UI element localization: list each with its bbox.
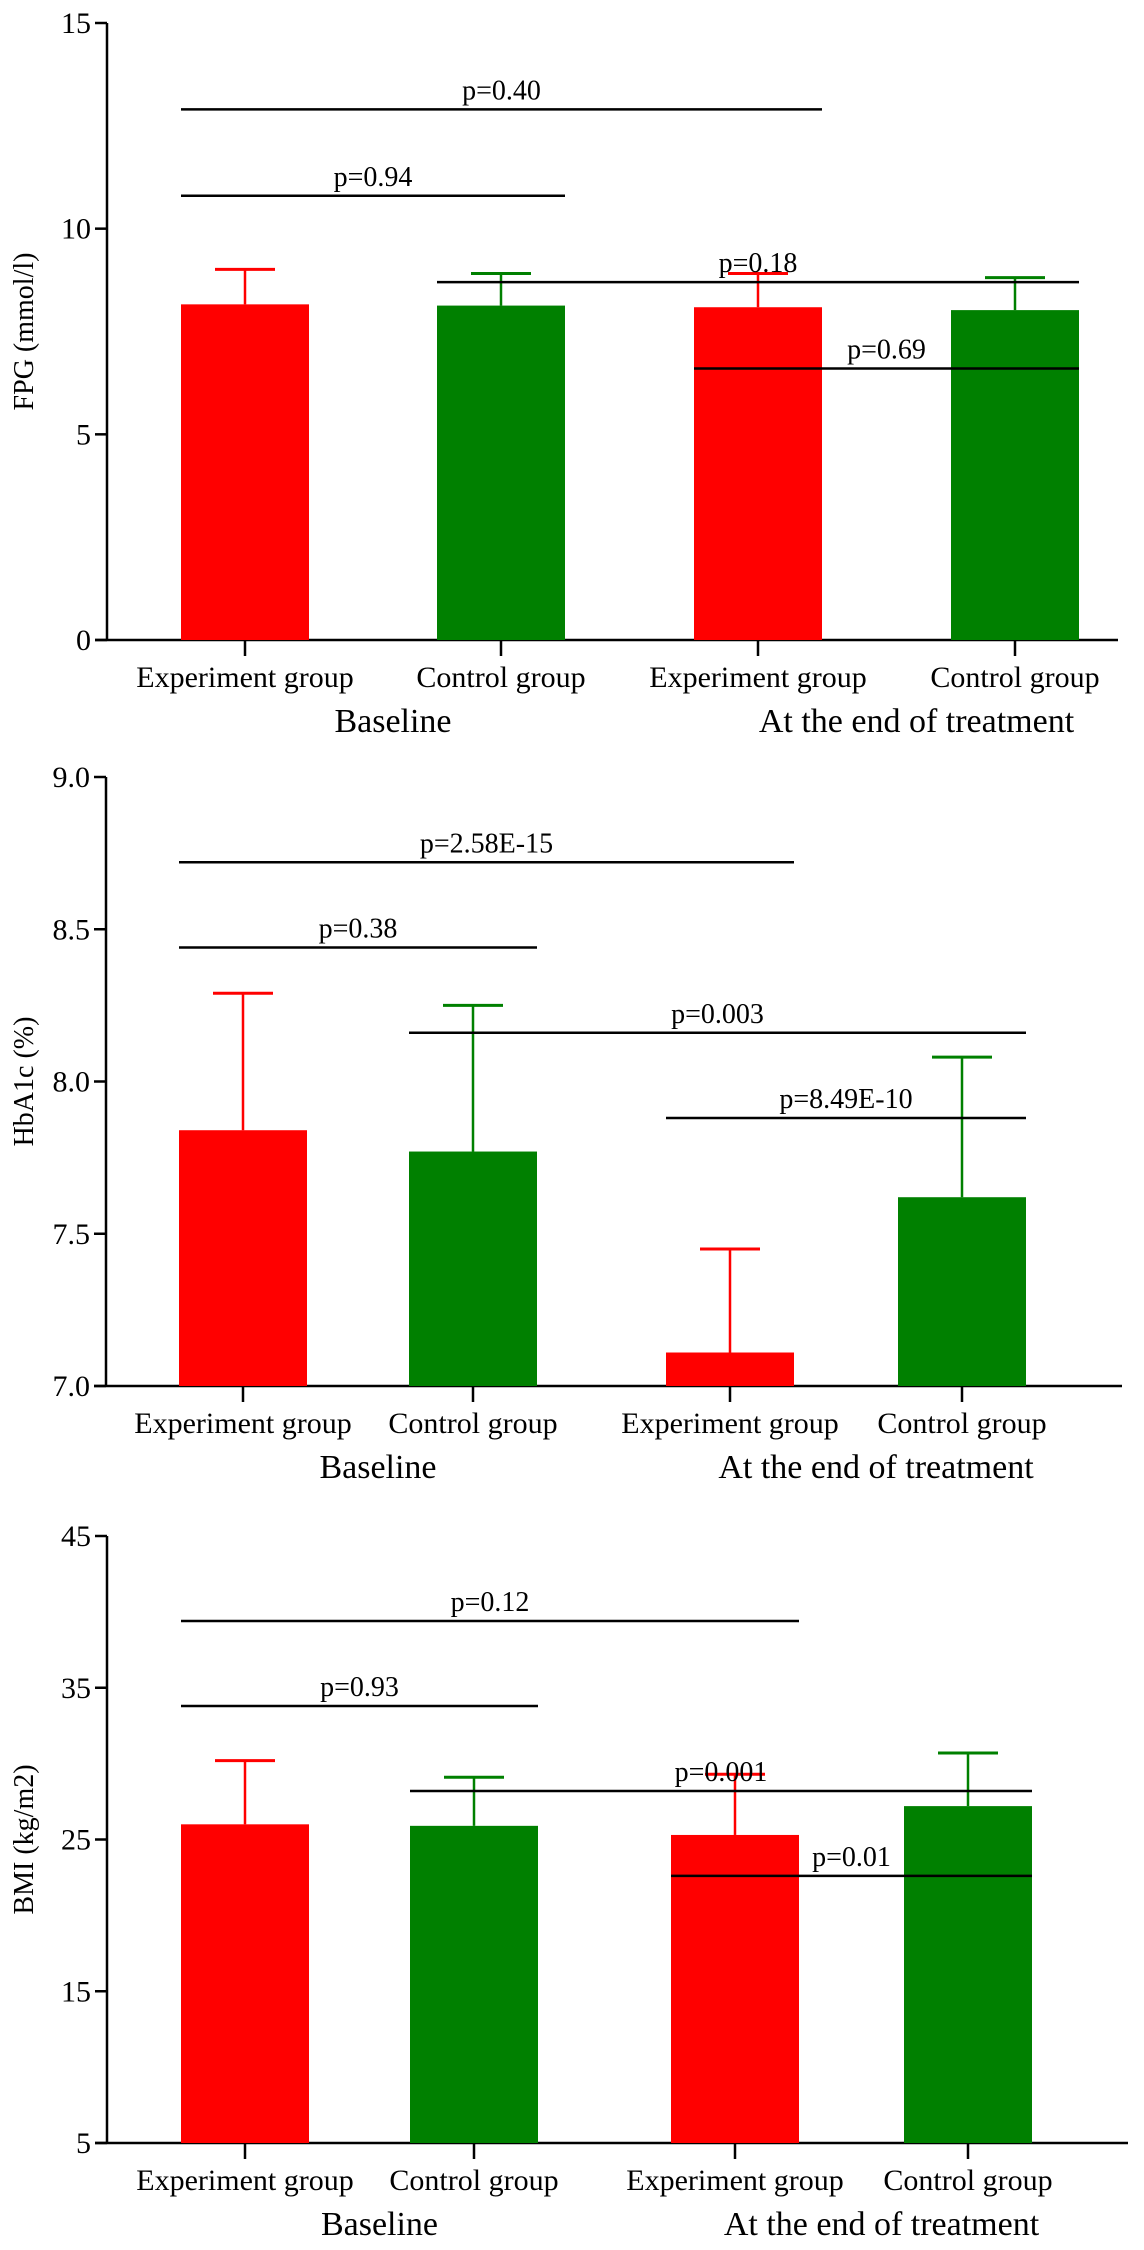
hba1c-p-value-label: p=0.003 [671,999,764,1030]
bmi-y-axis-title: BMI (kg/m2) [9,1764,40,1914]
hba1c-y-tick-label: 7.0 [53,1370,91,1403]
hba1c-group-label: Baseline [319,1449,436,1486]
hba1c-bar [179,1130,307,1386]
fpg-category-label: Control group [930,661,1099,694]
hba1c-p-value-label: p=2.58E-15 [420,828,553,859]
fpg-category-label: Control group [416,661,585,694]
figure: 0 5 10 15 FPG (mmol/l) Experiment group Contro… [9,7,1128,2243]
fpg-group-label: At the end of treatment [759,703,1075,740]
hba1c-y-axis-title: HbA1c (%) [9,1017,40,1147]
fpg-category-label: Experiment group [649,661,866,694]
bmi-category-label: Experiment group [626,2164,843,2197]
hba1c-category-label: Experiment group [621,1407,838,1440]
bmi-y-tick-label: 5 [76,2127,91,2160]
hba1c-y-tick-label: 7.5 [53,1218,91,1251]
bmi-category-label: Control group [883,2164,1052,2197]
hba1c-bar [409,1151,537,1386]
bmi-p-value-label: p=0.001 [675,1757,768,1788]
hba1c-category-label: Control group [388,1407,557,1440]
fpg-bar [694,307,822,640]
fpg-p-value-label: p=0.40 [462,75,541,106]
hba1c-bar [666,1352,794,1386]
bmi-p-value-label: p=0.01 [812,1842,891,1873]
hba1c-category-label: Experiment group [134,1407,351,1440]
bmi-p-value-label: p=0.12 [451,1587,530,1618]
hba1c-bar [898,1197,1026,1386]
hba1c-category-label: Control group [877,1407,1046,1440]
hba1c-y-tick-label: 9.0 [53,761,91,794]
hba1c-y-tick-label: 8.0 [53,1066,91,1099]
bmi-y-tick-label: 45 [61,1520,91,1553]
fpg-y-axis-title: FPG (mmol/l) [9,253,40,411]
bmi-y-tick-label: 25 [61,1824,91,1857]
hba1c-group-label: At the end of treatment [718,1449,1034,1486]
fpg-bar [951,310,1079,640]
fpg-p-value-label: p=0.94 [334,162,413,193]
bmi-p-value-label: p=0.93 [320,1672,399,1703]
fpg-y-tick-label: 5 [76,418,91,451]
hba1c-y-tick-label: 8.5 [53,913,91,946]
hba1c-p-value-label: p=0.38 [319,914,398,945]
hba1c-p-value-label: p=8.49E-10 [779,1084,912,1115]
fpg-y-tick-label: 0 [76,624,91,657]
bmi-y-tick-label: 15 [61,1975,91,2008]
bmi-bar [181,1824,309,2143]
bmi-group-label: At the end of treatment [724,2206,1040,2243]
fpg-y-tick-label: 15 [61,7,91,40]
bmi-bar [410,1825,538,2143]
fpg-y-tick-label: 10 [61,213,91,246]
bmi-category-label: Control group [389,2164,558,2197]
bmi-category-label: Experiment group [136,2164,353,2197]
fpg-p-value-label: p=0.69 [847,335,926,366]
bmi-y-tick-label: 35 [61,1672,91,1705]
fpg-bar [437,305,565,640]
bmi-bar [671,1834,799,2143]
fpg-category-label: Experiment group [136,661,353,694]
bmi-bar [904,1806,1032,2143]
fpg-group-label: Baseline [334,703,451,740]
fpg-p-value-label: p=0.18 [719,248,798,279]
fpg-bar [181,304,309,640]
bmi-group-label: Baseline [321,2206,438,2243]
